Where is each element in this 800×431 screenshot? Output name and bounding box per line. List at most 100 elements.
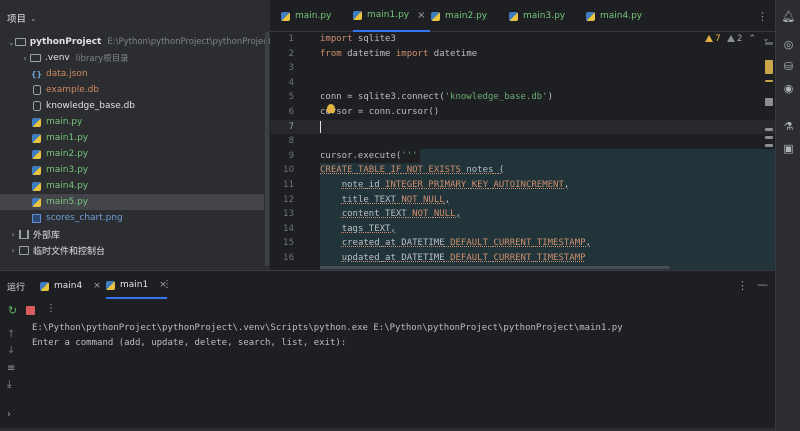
tab-main3-py[interactable]: main3.py	[509, 0, 565, 32]
database-icon	[31, 85, 42, 95]
stop-icon[interactable]	[26, 306, 35, 315]
python-file-icon	[281, 11, 290, 21]
line-number: 4	[288, 77, 294, 88]
stripe-mark[interactable]	[765, 42, 773, 45]
right-tool-strip: 🔔︎ ◎ ⛁ ◉ ⚗ ▣	[775, 0, 800, 431]
warnings-count: 7	[715, 34, 721, 44]
chevron-right-icon[interactable]: ›	[7, 409, 11, 420]
close-icon[interactable]: ×	[417, 10, 425, 21]
stripe-mark[interactable]	[765, 80, 773, 82]
horizontal-scrollbar[interactable]	[320, 266, 670, 269]
weak-warning-icon	[726, 35, 735, 42]
console-icon	[18, 245, 29, 255]
line-number: 8	[288, 136, 294, 147]
tab-main-py[interactable]: main.py	[281, 0, 331, 32]
soft-wrap-icon[interactable]: ≡	[7, 363, 15, 374]
code-line: from datetime import datetime	[320, 48, 478, 59]
notifications-icon[interactable]: 🔔︎	[782, 10, 796, 23]
line-number: 16	[283, 253, 294, 263]
more-vertical-icon[interactable]: ⋮	[737, 279, 748, 292]
library-icon	[18, 229, 29, 239]
error-stripe[interactable]	[763, 32, 775, 270]
tree-item-label: example.db	[46, 85, 100, 95]
run-tab-main4[interactable]: main4 ×	[40, 273, 101, 299]
tree-item-main4-py[interactable]: main4.py	[0, 178, 264, 194]
tree-item-main3-py[interactable]: main3.py	[0, 162, 264, 178]
tree-item-scratches[interactable]: › 临时文件和控制台	[0, 242, 264, 258]
tree-item-example-db[interactable]: example.db	[0, 82, 264, 98]
python-console-icon[interactable]: ▣	[782, 142, 795, 155]
sciview-icon[interactable]: ⚗	[782, 120, 795, 133]
project-view-selector[interactable]: 项目 ⌄	[7, 10, 37, 26]
close-icon[interactable]: ×	[93, 281, 101, 291]
python-file-icon	[586, 11, 595, 21]
database-icon[interactable]: ⛁	[782, 60, 795, 73]
chevron-down-icon[interactable]: ⌄	[8, 38, 15, 47]
scroll-to-end-icon[interactable]: ⤓	[7, 379, 11, 390]
run-toolbar: ↻ ⋮	[0, 301, 60, 321]
tree-item-venv[interactable]: › .venv library根目录	[0, 50, 264, 66]
more-vertical-icon[interactable]: ⋮	[162, 279, 172, 290]
tree-item-label: pythonProject	[29, 37, 102, 47]
copilot-icon[interactable]: ◉	[782, 82, 795, 95]
code-text-area[interactable]: import sqlite3 from datetime import date…	[320, 32, 775, 270]
run-tab-label: main4	[54, 281, 83, 291]
stripe-mark[interactable]	[765, 144, 773, 147]
tab-main1-py[interactable]: main1.py ×	[353, 0, 430, 32]
chevron-right-icon[interactable]: ›	[20, 54, 30, 63]
more-vertical-icon[interactable]: ⋮	[757, 10, 768, 23]
stripe-mark[interactable]	[765, 128, 773, 131]
code-line: note_id INTEGER PRIMARY KEY AUTOINCREMEN…	[341, 180, 570, 190]
code-line: content TEXT NOT NULL,	[341, 209, 461, 220]
chevron-down-icon: ⌄	[30, 13, 37, 23]
chevron-right-icon[interactable]: ›	[8, 230, 18, 239]
line-number: 1	[288, 34, 294, 44]
stripe-mark[interactable]	[765, 136, 773, 139]
run-tool-window: 运行 main4 × main1 × ⋮ ⋮ — ↻ ⋮ ↑ ↓ ≡ ⤓ E:\…	[0, 270, 775, 431]
arrow-down-icon[interactable]: ↓	[7, 345, 15, 356]
tab-main2-py[interactable]: main2.py	[431, 0, 487, 32]
minimize-icon[interactable]: —	[757, 278, 768, 291]
tree-item-data-json[interactable]: {} data.json	[0, 66, 264, 82]
arrow-up-icon[interactable]: ↑	[7, 329, 15, 340]
tree-item-label: main1.py	[46, 133, 89, 143]
console-output[interactable]: E:\Python\pythonProject\pythonProject\.v…	[32, 321, 772, 351]
chevron-up-icon[interactable]: ⌃	[748, 34, 756, 44]
tree-item-label: main3.py	[46, 165, 89, 175]
tree-item-scores-chart-png[interactable]: scores_chart.png	[0, 210, 264, 226]
tree-item-project-root[interactable]: ⌄ pythonProject E:\Python\pythonProject\…	[0, 34, 271, 50]
code-editor[interactable]: 1 2 3 4 5 6 7 8 9 10 11 12 13 14 15 16 i…	[270, 32, 775, 270]
project-scrollbar[interactable]	[265, 32, 269, 266]
run-tab-main1[interactable]: main1 ×	[106, 273, 167, 299]
tab-main4-py[interactable]: main4.py	[586, 0, 642, 32]
code-line: conn = sqlite3.connect('knowledge_base.d…	[320, 92, 553, 103]
warning-icon	[705, 35, 713, 42]
tree-item-main-py[interactable]: main.py	[0, 114, 264, 130]
tree-item-main1-py[interactable]: main1.py	[0, 130, 264, 146]
tree-item-external-libraries[interactable]: › 外部库	[0, 226, 264, 242]
line-number: 5	[288, 92, 294, 103]
tree-item-label: main4.py	[46, 181, 89, 191]
python-run-icon	[106, 280, 115, 290]
code-line: title TEXT NOT NULL,	[341, 194, 451, 205]
tree-item-main5-py[interactable]: main5.py	[0, 194, 264, 210]
python-file-icon	[353, 10, 362, 20]
ai-assistant-icon[interactable]: ◎	[782, 38, 795, 51]
tab-label: main4.py	[600, 11, 643, 21]
rerun-icon[interactable]: ↻	[8, 304, 17, 317]
line-number: 2	[288, 48, 294, 59]
warnings-indicator[interactable]: 7	[705, 34, 721, 44]
tree-item-knowledge-base-db[interactable]: knowledge_base.db	[0, 98, 264, 114]
tree-item-label: main2.py	[46, 149, 89, 159]
stripe-mark[interactable]	[765, 98, 773, 106]
line-number: 12	[283, 194, 294, 205]
tree-item-label: main.py	[46, 117, 83, 127]
inspections-widget[interactable]: 7 2 ⌃ ⌄	[705, 34, 770, 44]
weak-warnings-indicator[interactable]: 2	[726, 34, 742, 44]
tree-item-main2-py[interactable]: main2.py	[0, 146, 264, 162]
stripe-mark[interactable]	[765, 60, 773, 74]
lightbulb-icon[interactable]	[327, 104, 335, 113]
chevron-right-icon[interactable]: ›	[8, 246, 18, 255]
more-vertical-icon[interactable]: ⋮	[46, 303, 56, 314]
tab-label: main.py	[295, 11, 332, 21]
